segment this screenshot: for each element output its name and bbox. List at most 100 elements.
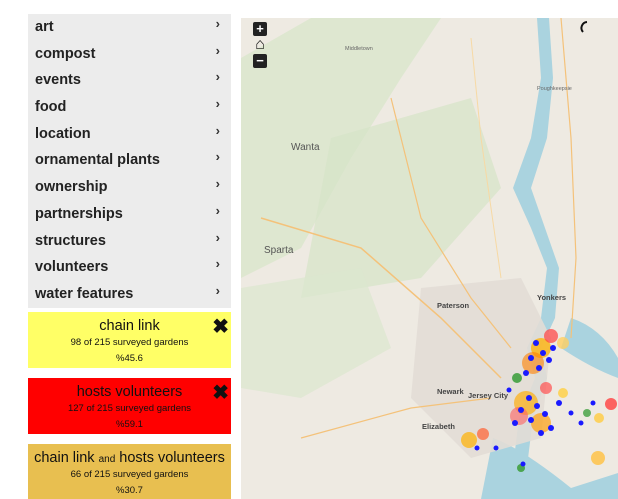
garden-marker: [550, 345, 556, 351]
category-label: ownership: [35, 179, 108, 196]
category-partnerships[interactable]: partnerships ›: [28, 201, 231, 228]
garden-marker: [474, 445, 480, 451]
category-structures[interactable]: structures ›: [28, 228, 231, 255]
category-ownership[interactable]: ownership ›: [28, 174, 231, 201]
chevron-right-icon: ›: [215, 122, 220, 138]
chevron-right-icon: ›: [215, 202, 220, 218]
map-canvas[interactable]: Wanta Sparta Paterson Yonkers Newark Jer…: [241, 18, 618, 499]
close-icon[interactable]: ✖: [212, 380, 229, 405]
filter-card-count: 66 of 215 surveyed gardens: [70, 469, 189, 480]
chevron-right-icon: ›: [215, 16, 220, 31]
map-label: Sparta: [264, 245, 294, 256]
garden-marker: [544, 329, 558, 343]
garden-marker: [591, 451, 605, 465]
category-compost[interactable]: compost ›: [28, 41, 231, 68]
map-label: Jersey City: [468, 391, 509, 400]
category-label: art: [35, 19, 54, 35]
filter-card-chain-link: chain link 98 of 215 surveyed gardens %4…: [28, 312, 231, 368]
garden-marker: [526, 395, 532, 401]
category-ornamental-plants[interactable]: ornamental plants ›: [28, 147, 231, 174]
category-label: structures: [35, 232, 106, 249]
chevron-right-icon: ›: [215, 69, 220, 85]
map-label: Paterson: [437, 301, 470, 310]
garden-marker: [548, 425, 554, 431]
garden-marker: [540, 382, 552, 394]
map-road: [560, 18, 577, 339]
garden-marker: [512, 420, 518, 426]
category-label: compost: [35, 45, 96, 62]
chevron-right-icon: ›: [215, 256, 220, 272]
garden-marker: [542, 411, 548, 417]
category-water-features[interactable]: water features ›: [28, 281, 231, 308]
chevron-right-icon: ›: [215, 229, 220, 245]
garden-marker: [568, 410, 574, 416]
map-label: Elizabeth: [422, 422, 455, 431]
category-sidebar: art › compost › events › food › location › or…: [28, 14, 231, 308]
map-terrain: [241, 268, 391, 398]
filter-card-percent: %59.1: [116, 419, 143, 430]
chevron-right-icon: ›: [215, 149, 220, 165]
title-part-a: chain link: [34, 450, 95, 466]
garden-marker: [578, 420, 584, 426]
zoom-in-button[interactable]: +: [253, 22, 267, 36]
category-volunteers[interactable]: volunteers ›: [28, 254, 231, 281]
map-label: Yonkers: [537, 293, 566, 302]
filter-card-title: hosts volunteers: [76, 384, 183, 400]
zoom-out-button[interactable]: −: [253, 54, 267, 68]
category-label: water features: [35, 285, 134, 302]
garden-marker: [528, 417, 534, 423]
garden-marker: [558, 388, 568, 398]
filter-card-percent: %30.7: [116, 485, 143, 496]
category-label: partnerships: [35, 205, 123, 222]
chevron-right-icon: ›: [215, 176, 220, 192]
garden-map[interactable]: Wanta Sparta Paterson Yonkers Newark Jer…: [241, 18, 618, 499]
garden-marker: [534, 403, 540, 409]
title-part-b: hosts volunteers: [119, 450, 225, 466]
map-label: Middletown: [345, 46, 373, 52]
loading-spinner-icon: [580, 21, 588, 33]
garden-marker: [528, 355, 534, 361]
garden-marker: [557, 337, 569, 349]
category-events[interactable]: events ›: [28, 67, 231, 94]
garden-marker: [533, 340, 539, 346]
filter-card-title: chain link and hosts volunteers: [28, 450, 231, 466]
chevron-right-icon: ›: [215, 42, 220, 58]
category-food[interactable]: food ›: [28, 94, 231, 121]
map-water: [561, 318, 618, 378]
garden-marker: [461, 432, 477, 448]
title-conjunction: and: [98, 454, 116, 465]
garden-marker: [520, 461, 526, 467]
home-button[interactable]: ⌂: [253, 37, 267, 53]
filter-card-title: chain link: [99, 318, 160, 334]
garden-marker: [477, 428, 489, 440]
garden-marker: [523, 370, 529, 376]
garden-marker: [538, 430, 544, 436]
category-art[interactable]: art ›: [28, 14, 231, 41]
category-label: food: [35, 99, 67, 116]
filter-card-intersection: chain link and hosts volunteers 66 of 21…: [28, 444, 231, 499]
filter-card-hosts-volunteers: hosts volunteers 127 of 215 surveyed gar…: [28, 378, 231, 434]
map-label: Newark: [437, 387, 465, 396]
chevron-right-icon: ›: [215, 282, 220, 298]
garden-marker: [583, 409, 591, 417]
garden-marker: [493, 445, 499, 451]
filter-card-count: 98 of 215 surveyed gardens: [70, 337, 189, 348]
filter-card-percent: %45.6: [116, 353, 143, 364]
category-label: ornamental plants: [35, 152, 160, 169]
filter-card-count: 127 of 215 surveyed gardens: [67, 403, 192, 414]
garden-marker: [605, 398, 617, 410]
chevron-right-icon: ›: [215, 96, 220, 112]
category-label: events: [35, 72, 81, 89]
map-label: Wanta: [291, 142, 320, 153]
garden-marker: [536, 365, 542, 371]
category-label: location: [35, 125, 91, 142]
category-location[interactable]: location ›: [28, 121, 231, 148]
garden-marker: [590, 400, 596, 406]
garden-marker: [594, 413, 604, 423]
garden-marker: [512, 373, 522, 383]
garden-marker: [556, 400, 562, 406]
category-label: volunteers: [35, 259, 109, 276]
close-icon[interactable]: ✖: [212, 314, 229, 339]
garden-marker: [540, 350, 546, 356]
map-label: Poughkeepsie: [537, 86, 572, 92]
